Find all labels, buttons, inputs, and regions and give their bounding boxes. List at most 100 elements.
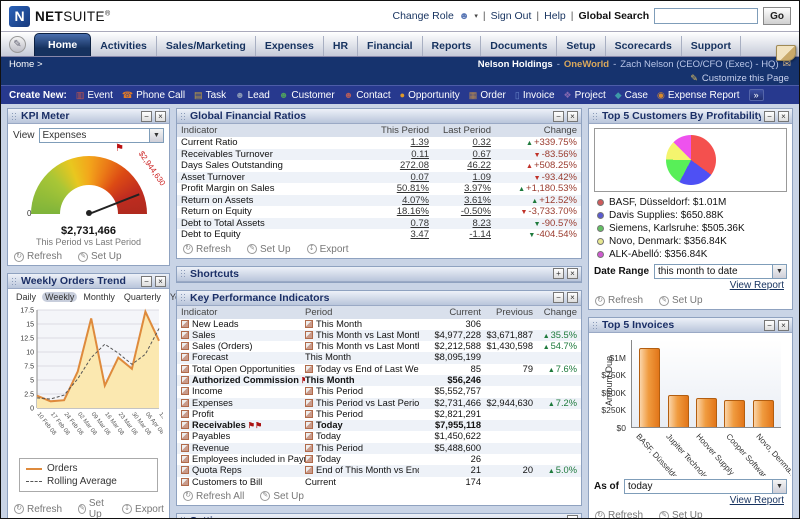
export-link[interactable]: ↧Export [307,244,349,255]
ratio-this-period[interactable]: 50.81% [367,183,429,195]
view-report-link[interactable]: View Report [730,280,784,291]
period-chart-icon[interactable] [305,320,313,328]
period-chart-icon[interactable] [305,421,313,429]
drag-grip-icon[interactable] [11,112,18,121]
top-customers-titlebar[interactable]: Top 5 Customers By Profitability − × [589,109,792,124]
ratio-this-period[interactable]: 0.07 [367,172,429,184]
kpi-indicator[interactable]: Sales (Orders) [181,341,305,352]
ratio-this-period[interactable]: 3.47 [367,229,429,241]
minimize-button[interactable]: − [141,111,152,122]
period-chart-icon[interactable] [305,466,313,474]
refresh-link[interactable]: ↻Refresh [14,498,62,519]
create-new-expense-report[interactable]: ◉Expense Report [657,90,740,101]
kpi-indicator[interactable]: Authorized Commission⚑ [181,375,305,386]
tab-home[interactable]: Home [34,33,91,56]
range-tab-daily[interactable]: Daily [13,292,39,302]
role-dropdown-icon[interactable]: ▾ [474,12,478,20]
expand-button[interactable]: + [553,268,564,279]
period-chart-icon[interactable] [305,342,313,350]
tab-setup[interactable]: Setup [557,36,605,56]
close-button[interactable]: × [567,111,578,122]
period-chart-icon[interactable] [305,432,313,440]
create-new-task[interactable]: ▤Task [194,90,226,101]
create-new-project[interactable]: ❖Project [564,90,606,101]
ratio-this-period[interactable]: 0.11 [367,149,429,161]
refresh-link[interactable]: ↻Refresh [183,244,231,255]
set-up-link[interactable]: ✎Set Up [247,244,291,255]
ratio-last-period[interactable]: -1.14 [429,229,491,241]
kpi-chart-icon[interactable] [181,365,189,373]
kpi-indicator[interactable]: Revenue [181,443,305,454]
kpi-chart-icon[interactable] [181,410,189,418]
kpi-table-titlebar[interactable]: Key Performance Indicators − × [177,291,581,306]
tab-hr[interactable]: HR [324,36,358,56]
kpi-indicator[interactable]: Employees included in Payroll [181,454,305,465]
range-tab-quarterly[interactable]: Quarterly [121,292,164,302]
top-invoices-titlebar[interactable]: Top 5 Invoices − × [589,318,792,333]
chevron-down-icon[interactable]: ▼ [772,265,786,278]
drag-grip-icon[interactable] [180,112,187,121]
close-button[interactable]: × [155,276,166,287]
create-new-invoice[interactable]: ▯Invoice [515,90,555,101]
dashboard-pin-icon[interactable]: ✎ [9,36,26,53]
kpi-indicator[interactable]: Expenses [181,398,305,409]
kpi-chart-icon[interactable] [181,478,189,486]
kpi-indicator[interactable]: Forecast [181,352,305,363]
kpi-chart-icon[interactable] [181,320,189,328]
minimize-button[interactable]: − [553,292,564,303]
ratio-this-period[interactable]: 0.78 [367,218,429,230]
create-new-event[interactable]: ▥Event [76,90,113,101]
kpi-view-select[interactable]: Expenses ▼ [39,128,165,143]
range-tab-monthly[interactable]: Monthly [80,292,118,302]
kpi-chart-icon[interactable] [181,342,189,350]
create-new-order[interactable]: ▦Order [469,90,506,101]
close-button[interactable]: × [567,268,578,279]
kpi-chart-icon[interactable] [181,421,189,429]
tab-documents[interactable]: Documents [481,36,557,56]
set-up-link[interactable]: ✎Set Up [78,498,106,519]
period-chart-icon[interactable] [305,387,313,395]
date-range-select[interactable]: this month to date ▼ [654,264,787,279]
kpi-indicator[interactable]: Customers to Bill [181,477,305,488]
close-button[interactable]: × [778,111,789,122]
close-button[interactable]: × [778,320,789,331]
ratio-last-period[interactable]: 8.23 [429,218,491,230]
drag-grip-icon[interactable] [180,293,187,302]
drag-grip-icon[interactable] [11,277,18,286]
minimize-button[interactable]: − [764,320,775,331]
as-of-select[interactable]: today ▼ [624,479,787,494]
set-up-link[interactable]: ✎Set Up [78,251,122,262]
tab-scorecards[interactable]: Scorecards [606,36,682,56]
ratio-last-period[interactable]: 0.67 [429,149,491,161]
kpi-chart-icon[interactable] [181,399,189,407]
period-chart-icon[interactable] [305,365,313,373]
tab-financial[interactable]: Financial [358,36,423,56]
ratio-last-period[interactable]: 3.97% [429,183,491,195]
create-new-phone-call[interactable]: ☎Phone Call [122,90,185,101]
drag-grip-icon[interactable] [592,321,599,330]
kpi-chart-icon[interactable] [181,466,189,474]
create-new-case[interactable]: ◆Case [615,90,648,101]
period-chart-icon[interactable] [305,455,313,463]
ratio-last-period[interactable]: 0.32 [429,137,491,149]
range-tab-weekly[interactable]: Weekly [42,292,77,302]
tab-reports[interactable]: Reports [423,36,482,56]
global-search-input[interactable] [654,8,758,24]
kpi-chart-icon[interactable] [181,353,189,361]
period-chart-icon[interactable] [305,444,313,452]
refresh-all-link[interactable]: ↻Refresh All [183,491,244,502]
kpi-indicator[interactable]: New Leads [181,319,305,330]
kpi-chart-icon[interactable] [181,455,189,463]
refresh-link[interactable]: ↻Refresh [595,510,643,519]
kpi-chart-icon[interactable] [181,387,189,395]
set-up-link[interactable]: ✎Set Up [260,491,304,502]
period-chart-icon[interactable] [305,331,313,339]
help-link[interactable]: Help [544,10,566,22]
ratio-this-period[interactable]: 1.39 [367,137,429,149]
kpi-indicator[interactable]: Income [181,386,305,397]
chevron-down-icon[interactable]: ▼ [772,480,786,493]
kpi-meter-titlebar[interactable]: KPI Meter − × [8,109,169,124]
tab-activities[interactable]: Activities [91,36,157,56]
create-new-contact[interactable]: ☻Contact [344,90,391,101]
close-button[interactable]: × [567,292,578,303]
